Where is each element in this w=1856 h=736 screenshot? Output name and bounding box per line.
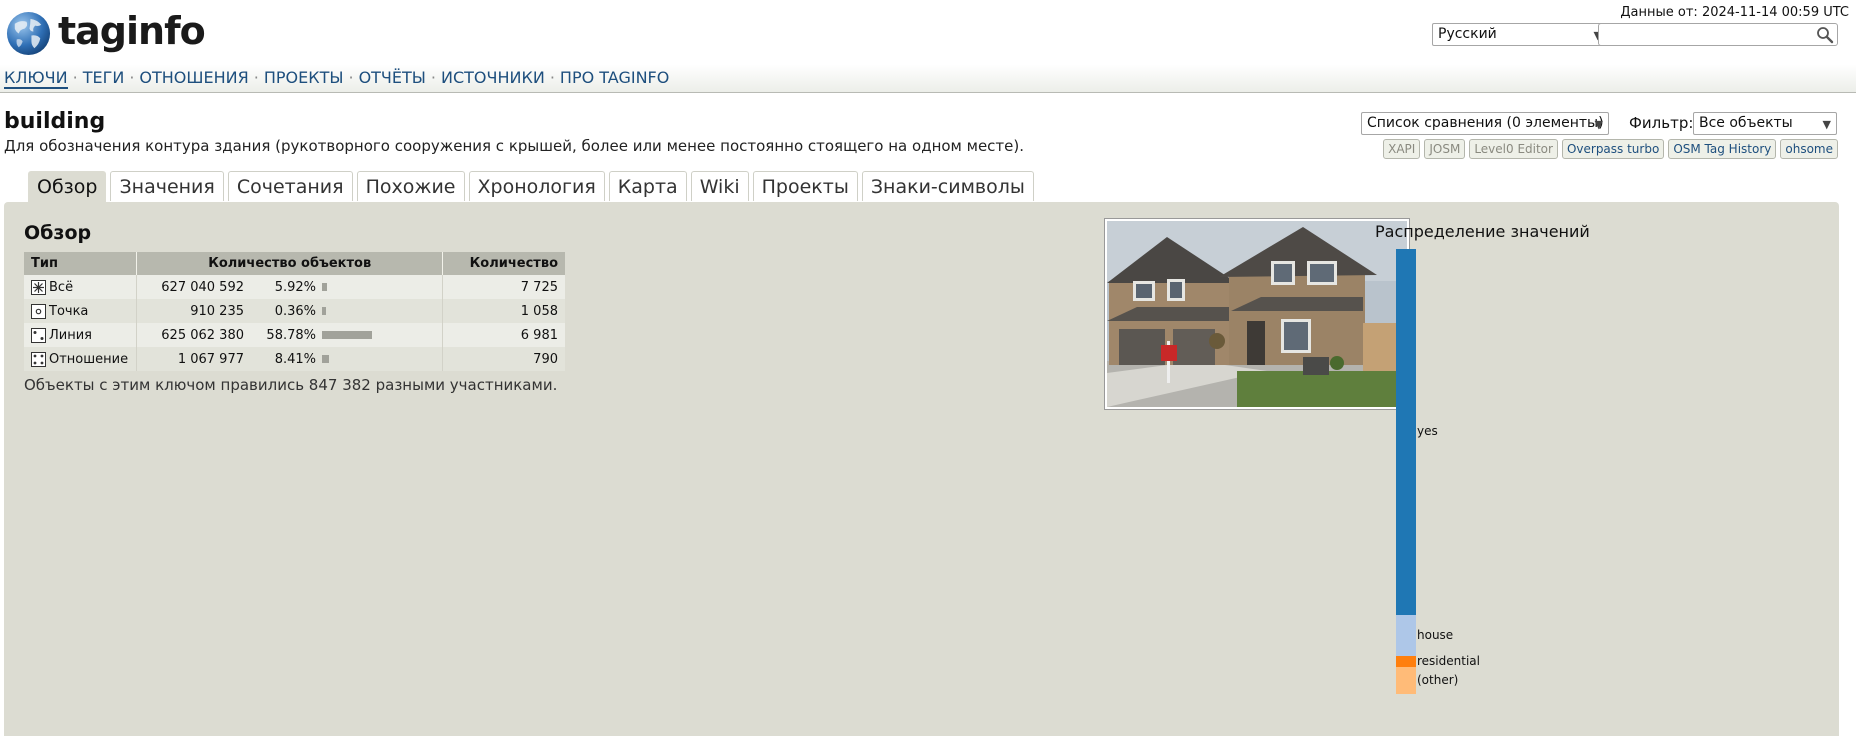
column-header-type[interactable]: Тип [24,252,137,275]
percent-bar [322,307,326,315]
comparison-list-select[interactable]: Список сравнения (0 элементы) ▼ [1361,112,1609,135]
dist-segment-residential[interactable] [1396,656,1416,667]
comparison-list-label: Список сравнения (0 элементы) [1367,115,1604,131]
dist-segment-house[interactable] [1396,615,1416,656]
globe-icon [6,11,51,55]
filter-selected: Все объекты [1699,115,1793,131]
tab-map[interactable]: Карта [608,171,687,201]
object-percent: 0.36% [274,303,316,319]
osm-tag-history-button[interactable]: OSM Tag History [1668,139,1777,159]
dist-segment-other[interactable] [1396,667,1416,694]
chevron-down-icon: ▼ [1594,118,1603,131]
main-navigation: КЛЮЧИ · ТЕГИ · ОТНОШЕНИЯ · ПРОЕКТЫ · ОТЧЁТЫ · ИСТО… [4,68,670,89]
object-percent: 5.92% [274,279,316,295]
values-count: 6 981 [442,323,565,347]
external-tools: XAPI JOSM Level0 Editor Overpass turbo O… [1383,139,1838,159]
object-count: 910 235 [190,303,244,319]
table-row: Линия 625 062 380 58.78% 6 981 [24,323,565,347]
percent-bar [322,355,329,363]
tab-similar[interactable]: Похожие [356,171,465,201]
search-box[interactable] [1598,23,1838,46]
tab-characters[interactable]: Знаки-символы [861,171,1034,201]
dist-segment-yes[interactable] [1396,249,1416,615]
object-percent: 58.78% [266,327,316,343]
table-row: Отношение 1 067 977 8.41% 790 [24,347,565,371]
column-header-objects[interactable]: Количество объектов [136,252,444,275]
nav-tags[interactable]: ТЕГИ [83,68,125,87]
nav-about[interactable]: ПРО TAGINFO [560,68,669,87]
nav-projects[interactable]: ПРОЕКТЫ [264,68,344,87]
language-selected: Русский [1438,26,1497,42]
object-percent: 8.41% [274,351,316,367]
node-icon [31,303,46,319]
building-photo[interactable] [1104,218,1410,410]
header: taginfo Данные от: 2024-11-14 00:59 UTC … [0,0,1856,93]
key-description: Для обозначения контура здания (рукотвор… [4,137,1025,155]
key-tabs: Обзор Значения Сочетания Похожие Хроноло… [28,171,1034,203]
nav-reports[interactable]: ОТЧЁТЫ [359,68,426,87]
dist-label-residential: residential [1417,653,1480,668]
overview-panel: Обзор Тип Количество объектов Количество [4,202,1839,736]
object-count: 625 062 380 [161,327,244,343]
dist-label-other: (other) [1417,672,1459,687]
type-label: Линия [49,327,92,343]
tab-values[interactable]: Значения [110,171,224,201]
search-input[interactable] [1603,25,1817,46]
dist-label-yes: yes [1417,424,1438,438]
overview-heading: Обзор [24,222,92,244]
nav-sources[interactable]: ИСТОЧНИКИ [441,68,545,87]
tab-wiki[interactable]: Wiki [690,171,749,201]
nav-keys[interactable]: КЛЮЧИ [4,68,68,89]
table-row: Точка 910 235 0.36% 1 058 [24,299,565,323]
object-count: 1 067 977 [177,351,244,367]
table-row: Всё 627 040 592 5.92% 7 725 [24,275,565,299]
josm-button: JOSM [1424,139,1466,159]
nav-relations[interactable]: ОТНОШЕНИЯ [139,68,248,87]
tab-combinations[interactable]: Сочетания [227,171,353,201]
dist-label-house: house [1417,627,1454,642]
logo-text: taginfo [58,9,206,53]
type-label: Отношение [49,351,129,367]
filter-label: Фильтр: [1629,114,1694,132]
object-stats-table: Тип Количество объектов Количество Всё 6… [24,252,565,371]
taginfo-logo[interactable]: taginfo [5,8,206,58]
values-count: 7 725 [442,275,565,299]
values-count: 1 058 [442,299,565,323]
overpass-turbo-button[interactable]: Overpass turbo [1561,139,1665,159]
type-label: Точка [49,303,89,319]
filter-select[interactable]: Все объекты ▼ [1693,112,1837,135]
data-timestamp: Данные от: 2024-11-14 00:59 UTC [1620,5,1849,20]
way-icon [31,327,46,343]
type-label: Всё [49,279,74,295]
tab-chronology[interactable]: Хронология [468,171,605,201]
value-distribution-title: Распределение значений [1375,222,1590,241]
all-icon [31,279,46,295]
language-select[interactable]: Русский ▼ [1432,23,1608,46]
object-count: 627 040 592 [161,279,244,295]
search-icon[interactable] [1816,26,1834,44]
page-title: building [4,109,106,134]
house-photo-image [1107,221,1407,407]
tab-overview[interactable]: Обзор [28,171,107,203]
xapi-button: XAPI [1383,139,1421,159]
values-count: 790 [442,347,565,371]
percent-bar [322,331,372,339]
editors-note: Объекты с этим ключом правились 847 382 … [24,376,558,394]
tab-projects[interactable]: Проекты [752,171,858,201]
column-header-values[interactable]: Количество [442,252,565,275]
ohsome-button[interactable]: ohsome [1780,139,1838,159]
percent-bar [322,283,327,291]
relation-icon [31,351,46,367]
level0-editor-button: Level0 Editor [1469,139,1558,159]
value-distribution-chart [1396,249,1416,694]
chevron-down-icon: ▼ [1822,118,1831,131]
